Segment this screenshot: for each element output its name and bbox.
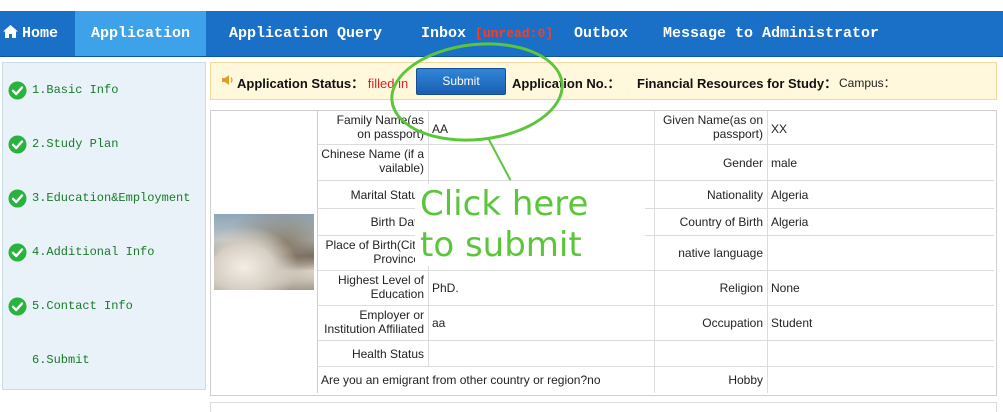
annotation-text: Click here to submit [420, 184, 588, 266]
financial-resources: Financial Resources for Study： [637, 73, 837, 92]
nav-application-label: Application [90, 25, 191, 42]
employer-field: aa [429, 306, 655, 341]
speaker-icon [222, 75, 233, 85]
occupation-value: Student [771, 316, 813, 330]
given-name-label: Given Name(as on passport) [655, 111, 768, 145]
gender-value: male [771, 156, 798, 170]
employer-value: aa [432, 316, 446, 330]
nav-outbox-label: Outbox [574, 25, 629, 42]
employer-label: Employer or Institution Affiliated [318, 306, 429, 341]
nationality-field: Algeria [768, 181, 994, 209]
top-strip [0, 0, 1003, 11]
check-icon [8, 135, 27, 154]
status-bar: Application Status： filled in Submit App… [210, 62, 997, 100]
health-status-field [429, 341, 655, 367]
highest-level-label: Highest Level of Education [318, 271, 429, 306]
given-name-value: XX [771, 122, 788, 136]
check-icon [8, 297, 27, 316]
nav-application[interactable]: Application [75, 11, 206, 56]
emigrant-row: Are you an emigrant from other country o… [318, 367, 655, 393]
nationality-label: Nationality [655, 181, 768, 209]
emigrant-label: Are you an emigrant from other country o… [321, 373, 588, 387]
religion-value: None [771, 281, 800, 295]
check-icon [8, 189, 27, 208]
country-birth-label: Country of Birth [655, 209, 768, 236]
health-status-label: Health Status [318, 341, 429, 367]
nav-message-admin[interactable]: Message to Administrator [663, 11, 879, 56]
sidebar-item-basic-info[interactable]: 1.Basic Info [3, 63, 205, 117]
highest-level-field: PhD. [429, 271, 655, 306]
sidebar-item-label: 3.Education&Employment [32, 191, 191, 205]
applicant-photo [214, 214, 314, 290]
native-language-label: native language [655, 236, 768, 271]
highest-level-value: PhD. [432, 281, 459, 295]
nav-home-label: Home [22, 25, 59, 42]
birth-date-label: Birth Date [318, 209, 429, 236]
nav-message-admin-label: Message to Administrator [663, 25, 880, 42]
gender-field: male [768, 145, 994, 181]
check-icon [8, 243, 27, 262]
sidebar-item-label: 2.Study Plan [32, 137, 119, 151]
gender-label: Gender [655, 145, 768, 181]
campus: Campus： [839, 74, 896, 91]
home-icon [3, 25, 18, 38]
nav-home[interactable]: Home [0, 11, 72, 56]
hobby-field [768, 367, 994, 393]
sidebar-item-label: 5.Contact Info [32, 299, 133, 313]
religion-label: Religion [655, 271, 768, 306]
sidebar-item-additional-info[interactable]: 4.Additional Info [3, 225, 205, 279]
native-language-field [768, 236, 994, 271]
sidebar-item-contact-info[interactable]: 5.Contact Info [3, 279, 205, 333]
campus-label: Campus： [839, 76, 896, 90]
financial-resources-label: Financial Resources for Study： [637, 76, 838, 91]
sidebar-item-label: 4.Additional Info [32, 245, 155, 259]
country-birth-field: Algeria [768, 209, 994, 236]
sidebar: 1.Basic Info 2.Study Plan 3.Education&Em… [2, 62, 206, 390]
annotation-line-1: Click here [420, 184, 589, 224]
sidebar-item-education-employment[interactable]: 3.Education&Employment [3, 171, 205, 225]
given-name-field: XX [768, 111, 994, 145]
religion-field: None [768, 271, 994, 306]
nav-application-query[interactable]: Application Query [229, 11, 382, 56]
sidebar-item-study-plan[interactable]: 2.Study Plan [3, 117, 205, 171]
empty-label-cell [655, 341, 768, 367]
nav-outbox[interactable]: Outbox [574, 11, 628, 56]
sidebar-item-label: 1.Basic Info [32, 83, 119, 97]
unread-badge: [unread:0] [475, 26, 554, 41]
place-birth-label: Place of Birth(City, Province) [318, 236, 429, 271]
occupation-label: Occupation [655, 306, 768, 341]
annotation-line-2: to submit [420, 225, 582, 265]
nav-inbox-label: Inbox [421, 25, 467, 42]
hobby-label: Hobby [655, 367, 768, 393]
nav-application-query-label: Application Query [229, 25, 383, 42]
occupation-field: Student [768, 306, 994, 341]
application-status-label: Application Status： [237, 76, 365, 91]
country-birth-value: Algeria [771, 215, 809, 229]
emigrant-value: no [587, 373, 601, 387]
sidebar-item-submit[interactable]: 6.Submit [3, 333, 205, 387]
photo-cell [211, 111, 318, 393]
application-status: Application Status： filled in [237, 73, 408, 92]
chinese-name-label: Chinese Name (if a vailable) [318, 145, 429, 181]
empty-value-cell [768, 341, 994, 367]
nationality-value: Algeria [771, 188, 809, 202]
check-icon [8, 81, 27, 100]
marital-label: Marital Status [318, 181, 429, 209]
sidebar-item-label: 6.Submit [32, 353, 90, 367]
chinese-name-field [429, 145, 655, 181]
